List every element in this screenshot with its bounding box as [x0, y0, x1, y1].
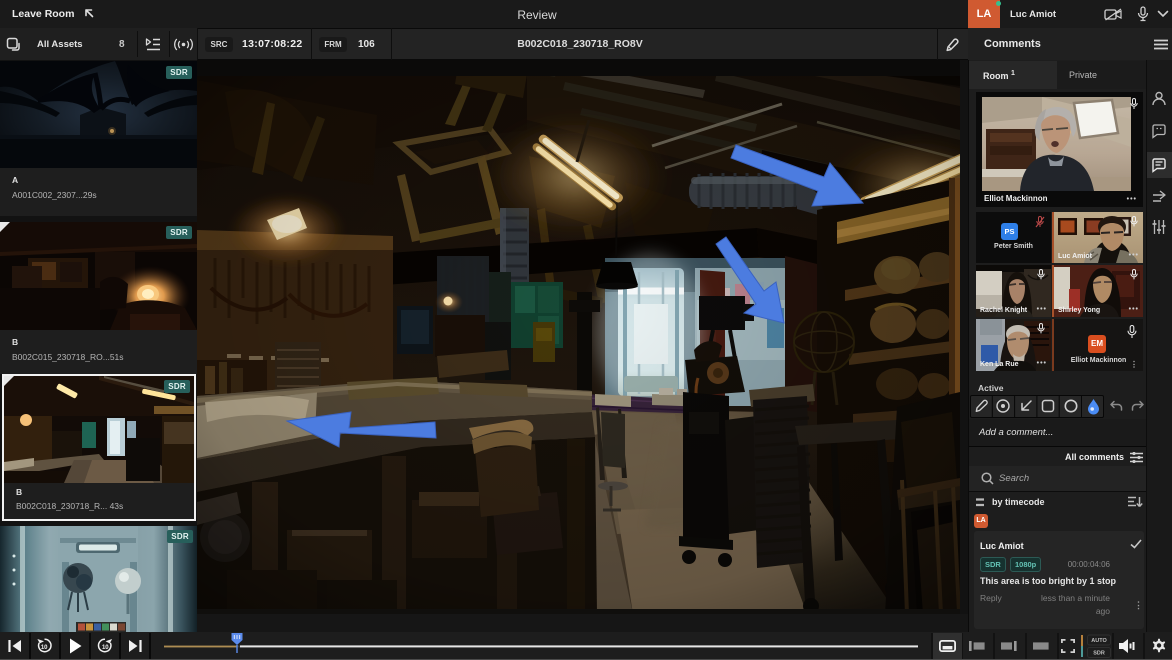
- svg-text:10: 10: [41, 645, 48, 651]
- svg-text:SDR: SDR: [1093, 651, 1105, 657]
- svg-text:AUTO: AUTO: [1091, 638, 1107, 644]
- svg-text:10: 10: [102, 645, 109, 651]
